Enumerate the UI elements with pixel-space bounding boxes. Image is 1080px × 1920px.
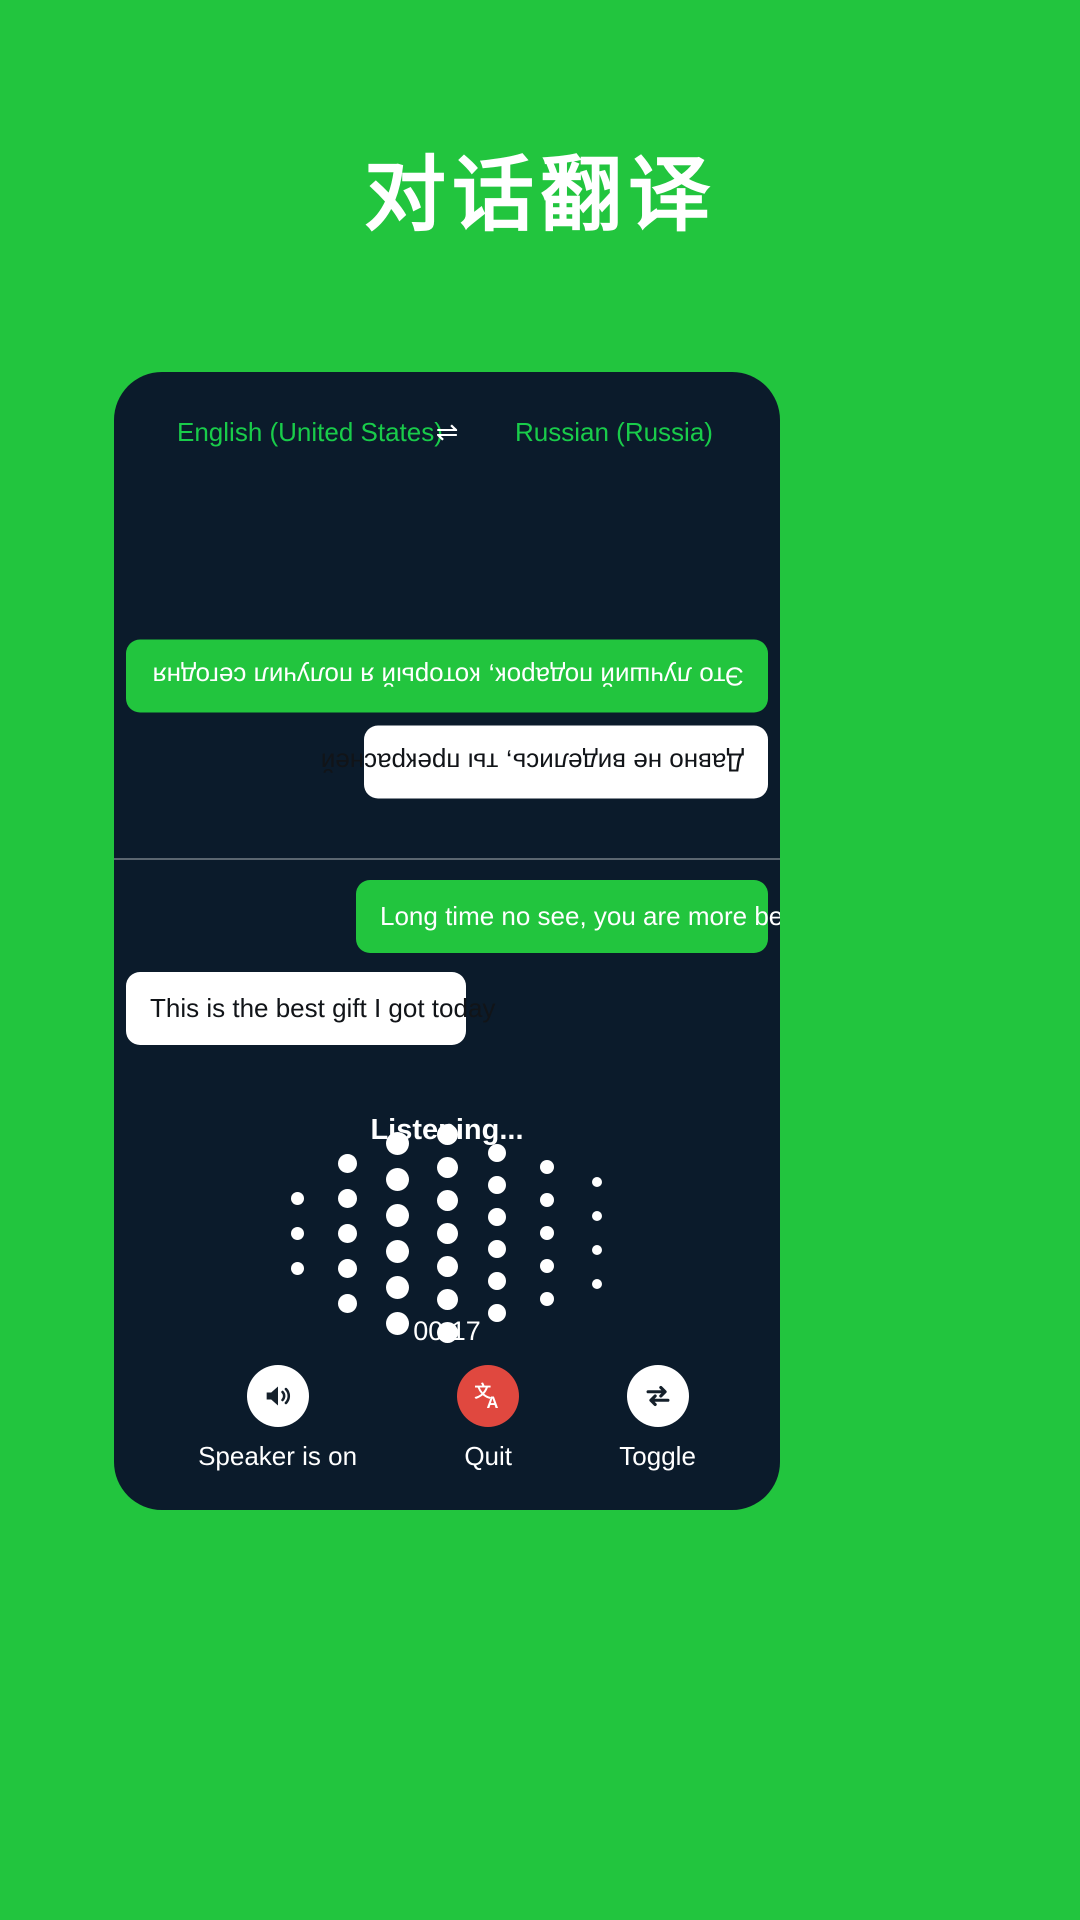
- visualizer-dot: [337, 1293, 357, 1313]
- visualizer-dot: [436, 1189, 458, 1211]
- visualizer-dot: [385, 1167, 409, 1191]
- visualizer-dot: [592, 1177, 602, 1187]
- visualizer-dot: [290, 1226, 304, 1240]
- message-bubble-local-2[interactable]: This is the best gift I got today: [126, 972, 495, 1045]
- visualizer-dot: [540, 1193, 554, 1207]
- visualizer-dot: [290, 1191, 304, 1205]
- visualizer-dot: [488, 1208, 506, 1226]
- visualizer-dot: [337, 1188, 357, 1208]
- visualizer-column: [572, 1177, 622, 1289]
- toggle-label: Toggle: [619, 1441, 696, 1471]
- control-bar: Speaker is on 文 A Quit Toggle: [114, 1365, 780, 1472]
- visualizer-dot: [436, 1288, 458, 1310]
- visualizer-column: [422, 1123, 472, 1343]
- visualizer-dot: [385, 1203, 409, 1227]
- translate-icon: 文 A: [457, 1365, 520, 1427]
- visualizer-dot: [385, 1275, 409, 1299]
- message-bubble-local-1[interactable]: Long time no see, you are more beautiful: [356, 880, 780, 953]
- visualizer-dot: [488, 1272, 506, 1290]
- visualizer-dot: [540, 1259, 554, 1273]
- visualizer-dot: [592, 1279, 602, 1289]
- visualizer-dot: [540, 1292, 554, 1306]
- target-language-selector[interactable]: Russian (Russia): [469, 417, 759, 448]
- visualizer-column: [322, 1153, 372, 1313]
- quit-button[interactable]: 文 A Quit: [457, 1365, 520, 1472]
- quit-label: Quit: [464, 1441, 513, 1471]
- visualizer-dot: [592, 1211, 602, 1221]
- visualizer-dot: [436, 1123, 458, 1145]
- visualizer-dot: [488, 1240, 506, 1258]
- page-title: 对话翻译: [363, 147, 716, 243]
- visualizer-dot: [337, 1258, 357, 1278]
- visualizer-dot: [290, 1261, 304, 1275]
- visualizer-dot: [488, 1176, 506, 1194]
- visualizer-dot: [540, 1226, 554, 1240]
- message-bubble-remote-1[interactable]: Это лучший подарок, который я получил се…: [126, 640, 768, 713]
- visualizer-dot: [436, 1156, 458, 1178]
- swap-arrows-icon: [626, 1365, 689, 1427]
- visualizer-column: [372, 1131, 422, 1335]
- visualizer-dot: [592, 1245, 602, 1255]
- visualizer-column: [472, 1144, 522, 1322]
- recording-timer: 00:17: [413, 1316, 481, 1346]
- phone-mockup-card: English (United States) ⇌ Russian (Russi…: [114, 372, 780, 1510]
- visualizer-dot: [436, 1222, 458, 1244]
- svg-text:A: A: [487, 1394, 499, 1412]
- visualizer-dot: [540, 1160, 554, 1174]
- language-bar: English (United States) ⇌ Russian (Russi…: [114, 410, 780, 454]
- voice-visualizer: [114, 1123, 780, 1343]
- swap-horizontal-icon[interactable]: ⇌: [425, 418, 469, 446]
- speaker-toggle-button[interactable]: Speaker is on: [198, 1365, 357, 1472]
- message-bubble-remote-2[interactable]: Давно не виделись, ты прекрасней: [321, 726, 768, 799]
- visualizer-dot: [337, 1153, 357, 1173]
- visualizer-column: [522, 1160, 572, 1306]
- speaker-on-icon: [246, 1365, 309, 1427]
- visualizer-dot: [488, 1144, 506, 1162]
- visualizer-column: [272, 1191, 322, 1275]
- visualizer-dot: [385, 1131, 409, 1155]
- toggle-button[interactable]: Toggle: [619, 1365, 696, 1472]
- source-language-selector[interactable]: English (United States): [135, 417, 443, 448]
- speaker-toggle-label: Speaker is on: [198, 1441, 358, 1471]
- conversation-divider: [114, 858, 780, 860]
- visualizer-dot: [385, 1239, 409, 1263]
- visualizer-dot: [436, 1255, 458, 1277]
- visualizer-dot: [337, 1223, 357, 1243]
